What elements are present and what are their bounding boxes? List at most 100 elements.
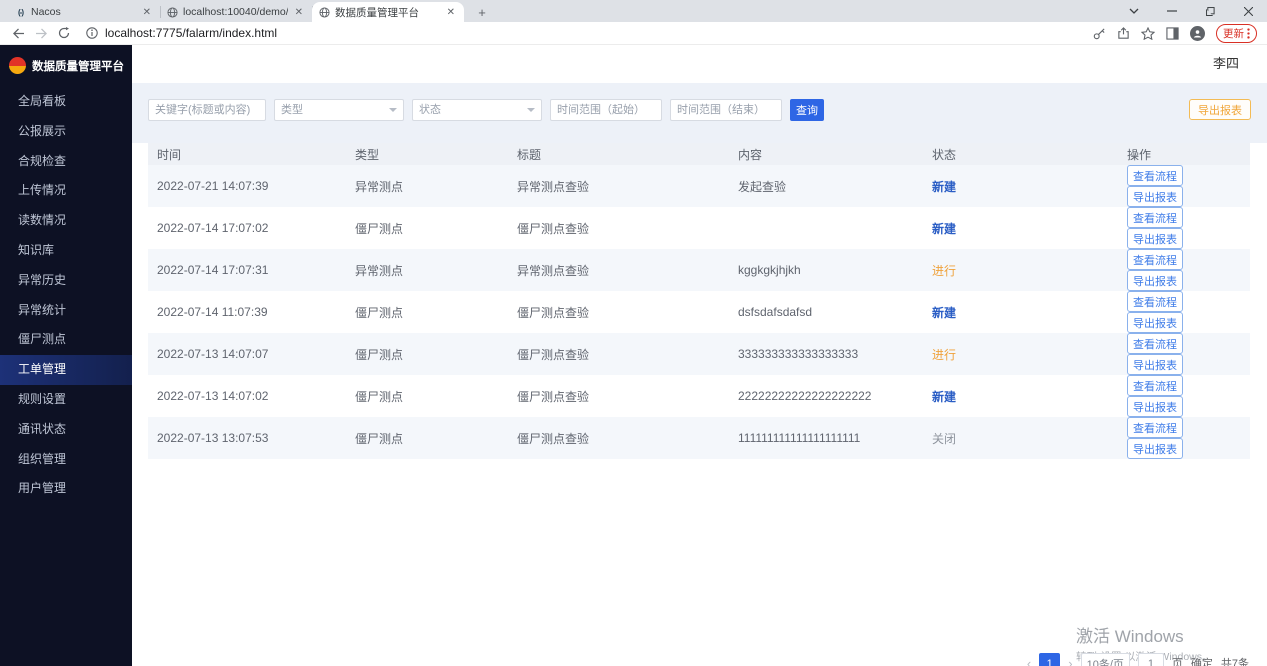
sidebar-item-label: 上传情况 bbox=[18, 183, 66, 197]
view-flow-button[interactable]: 查看流程 bbox=[1127, 417, 1183, 438]
export-row-button[interactable]: 导出报表 bbox=[1127, 354, 1183, 375]
status-badge: 进行 bbox=[932, 348, 956, 362]
browser-tab[interactable]: localhost:10040/demo/psjdbc ✕ bbox=[160, 2, 312, 22]
export-report-button[interactable]: 导出报表 bbox=[1189, 99, 1251, 120]
tab-close-icon[interactable]: ✕ bbox=[141, 7, 153, 18]
share-icon[interactable] bbox=[1117, 27, 1130, 40]
chevron-down-icon[interactable] bbox=[1115, 0, 1153, 22]
col-time: 时间 bbox=[148, 143, 346, 165]
url-text[interactable]: localhost:7775/falarm/index.html bbox=[105, 26, 277, 40]
table-row: 2022-07-13 13:07:53 僵尸测点 僵尸测点查验 11111111… bbox=[148, 417, 1250, 459]
profile-avatar[interactable] bbox=[1190, 26, 1205, 41]
export-row-button[interactable]: 导出报表 bbox=[1127, 438, 1183, 459]
cell-content: 333333333333333333 bbox=[729, 333, 923, 375]
new-tab-button[interactable]: + bbox=[470, 2, 494, 22]
sidebar-menu-item[interactable]: 合规检查 bbox=[0, 147, 132, 177]
watermark-line1: 激活 Windows bbox=[1076, 622, 1213, 647]
kebab-menu-icon bbox=[1247, 28, 1250, 39]
status-badge: 新建 bbox=[932, 180, 956, 194]
prev-page-icon[interactable]: ‹ bbox=[1027, 653, 1031, 666]
export-row-button[interactable]: 导出报表 bbox=[1127, 270, 1183, 291]
view-flow-button[interactable]: 查看流程 bbox=[1127, 375, 1183, 396]
sidebar-menu-item[interactable]: 上传情况 bbox=[0, 176, 132, 206]
export-row-button[interactable]: 导出报表 bbox=[1127, 186, 1183, 207]
info-icon[interactable] bbox=[86, 27, 98, 39]
update-label: 更新 bbox=[1223, 26, 1244, 41]
forward-icon[interactable] bbox=[35, 28, 48, 39]
tab-title: Nacos bbox=[31, 6, 136, 18]
time-start-input[interactable] bbox=[550, 99, 662, 121]
cell-content bbox=[729, 207, 923, 249]
maximize-icon[interactable] bbox=[1191, 0, 1229, 22]
back-icon[interactable] bbox=[12, 28, 25, 39]
sidebar-menu-item[interactable]: 规则设置 bbox=[0, 385, 132, 415]
close-icon[interactable] bbox=[1229, 0, 1267, 22]
cell-content: 111111111111111111111 bbox=[729, 417, 923, 459]
reload-icon[interactable] bbox=[58, 27, 70, 39]
export-row-button[interactable]: 导出报表 bbox=[1127, 396, 1183, 417]
sidebar-item-label: 读数情况 bbox=[18, 213, 66, 227]
sidebar-item-label: 异常统计 bbox=[18, 303, 66, 317]
type-select[interactable] bbox=[274, 99, 404, 121]
keyword-input[interactable] bbox=[148, 99, 266, 121]
search-button[interactable]: 查询 bbox=[790, 99, 824, 121]
cell-time: 2022-07-14 17:07:02 bbox=[148, 207, 346, 249]
col-status: 状态 bbox=[923, 143, 1118, 165]
sidebar-menu-item[interactable]: 僵尸测点 bbox=[0, 325, 132, 355]
sidebar-item-label: 知识库 bbox=[18, 243, 54, 257]
globe-icon bbox=[319, 7, 330, 18]
jump-confirm-button[interactable]: 确定 bbox=[1191, 653, 1213, 666]
tab-close-icon[interactable]: ✕ bbox=[293, 7, 305, 18]
cell-title: 僵尸测点查验 bbox=[508, 417, 729, 459]
cell-title: 僵尸测点查验 bbox=[508, 207, 729, 249]
current-user[interactable]: 李四 bbox=[1213, 45, 1239, 83]
sidebar-menu-item[interactable]: 全局看板 bbox=[0, 87, 132, 117]
cell-content: dsfsdafsdafsd bbox=[729, 291, 923, 333]
minimize-icon[interactable] bbox=[1153, 0, 1191, 22]
col-content: 内容 bbox=[729, 143, 923, 165]
time-end-input[interactable] bbox=[670, 99, 782, 121]
cell-content: 发起查验 bbox=[729, 165, 923, 207]
table-header-row: 时间 类型 标题 内容 状态 操作 bbox=[148, 143, 1250, 165]
view-flow-button[interactable]: 查看流程 bbox=[1127, 165, 1183, 186]
export-row-button[interactable]: 导出报表 bbox=[1127, 312, 1183, 333]
chrome-update-button[interactable]: 更新 bbox=[1216, 24, 1257, 43]
status-select[interactable] bbox=[412, 99, 542, 121]
browser-tab[interactable]: (-) Nacos ✕ bbox=[8, 2, 160, 22]
address-bar[interactable]: localhost:7775/falarm/index.html bbox=[86, 26, 1093, 40]
sidebar-item-label: 僵尸测点 bbox=[18, 332, 66, 346]
app-title: 数据质量管理平台 bbox=[32, 58, 124, 74]
cell-time: 2022-07-14 11:07:39 bbox=[148, 291, 346, 333]
sidebar-menu-item[interactable]: 知识库 bbox=[0, 236, 132, 266]
sidebar-menu-item[interactable]: 异常统计 bbox=[0, 296, 132, 326]
sidebar-menu-item[interactable]: 组织管理 bbox=[0, 445, 132, 475]
status-badge: 新建 bbox=[932, 222, 956, 236]
cell-time: 2022-07-21 14:07:39 bbox=[148, 165, 346, 207]
view-flow-button[interactable]: 查看流程 bbox=[1127, 249, 1183, 270]
bookmark-star-icon[interactable] bbox=[1141, 27, 1155, 40]
pagination: ‹ 1 › 10条/页 1 页 确定 共7条 bbox=[1027, 653, 1249, 666]
sidebar-menu-item[interactable]: 异常历史 bbox=[0, 266, 132, 296]
table-row: 2022-07-13 14:07:07 僵尸测点 僵尸测点查验 33333333… bbox=[148, 333, 1250, 375]
work-order-table: 时间 类型 标题 内容 状态 操作 2022-07-21 14:07:39 异常… bbox=[148, 143, 1250, 459]
sidebar-menu-item[interactable]: 通讯状态 bbox=[0, 415, 132, 445]
side-panel-icon[interactable] bbox=[1166, 27, 1179, 40]
col-title: 标题 bbox=[508, 143, 729, 165]
jump-page-input[interactable]: 1 bbox=[1138, 653, 1164, 666]
export-row-button[interactable]: 导出报表 bbox=[1127, 228, 1183, 249]
sidebar-menu-item[interactable]: 公报展示 bbox=[0, 117, 132, 147]
next-page-icon[interactable]: › bbox=[1068, 653, 1072, 666]
sidebar-menu-item[interactable]: 工单管理 bbox=[0, 355, 132, 385]
view-flow-button[interactable]: 查看流程 bbox=[1127, 291, 1183, 312]
tab-close-icon[interactable]: ✕ bbox=[445, 7, 457, 18]
view-flow-button[interactable]: 查看流程 bbox=[1127, 207, 1183, 228]
chevron-down-icon bbox=[389, 108, 397, 116]
key-icon[interactable] bbox=[1093, 27, 1106, 40]
view-flow-button[interactable]: 查看流程 bbox=[1127, 333, 1183, 354]
page-number-active[interactable]: 1 bbox=[1039, 653, 1060, 666]
page-unit-label: 页 bbox=[1172, 653, 1183, 666]
browser-tab[interactable]: 数据质量管理平台 ✕ bbox=[312, 2, 464, 22]
page-size-select[interactable]: 10条/页 bbox=[1081, 653, 1130, 666]
sidebar-menu-item[interactable]: 用户管理 bbox=[0, 474, 132, 504]
sidebar-menu-item[interactable]: 读数情况 bbox=[0, 206, 132, 236]
